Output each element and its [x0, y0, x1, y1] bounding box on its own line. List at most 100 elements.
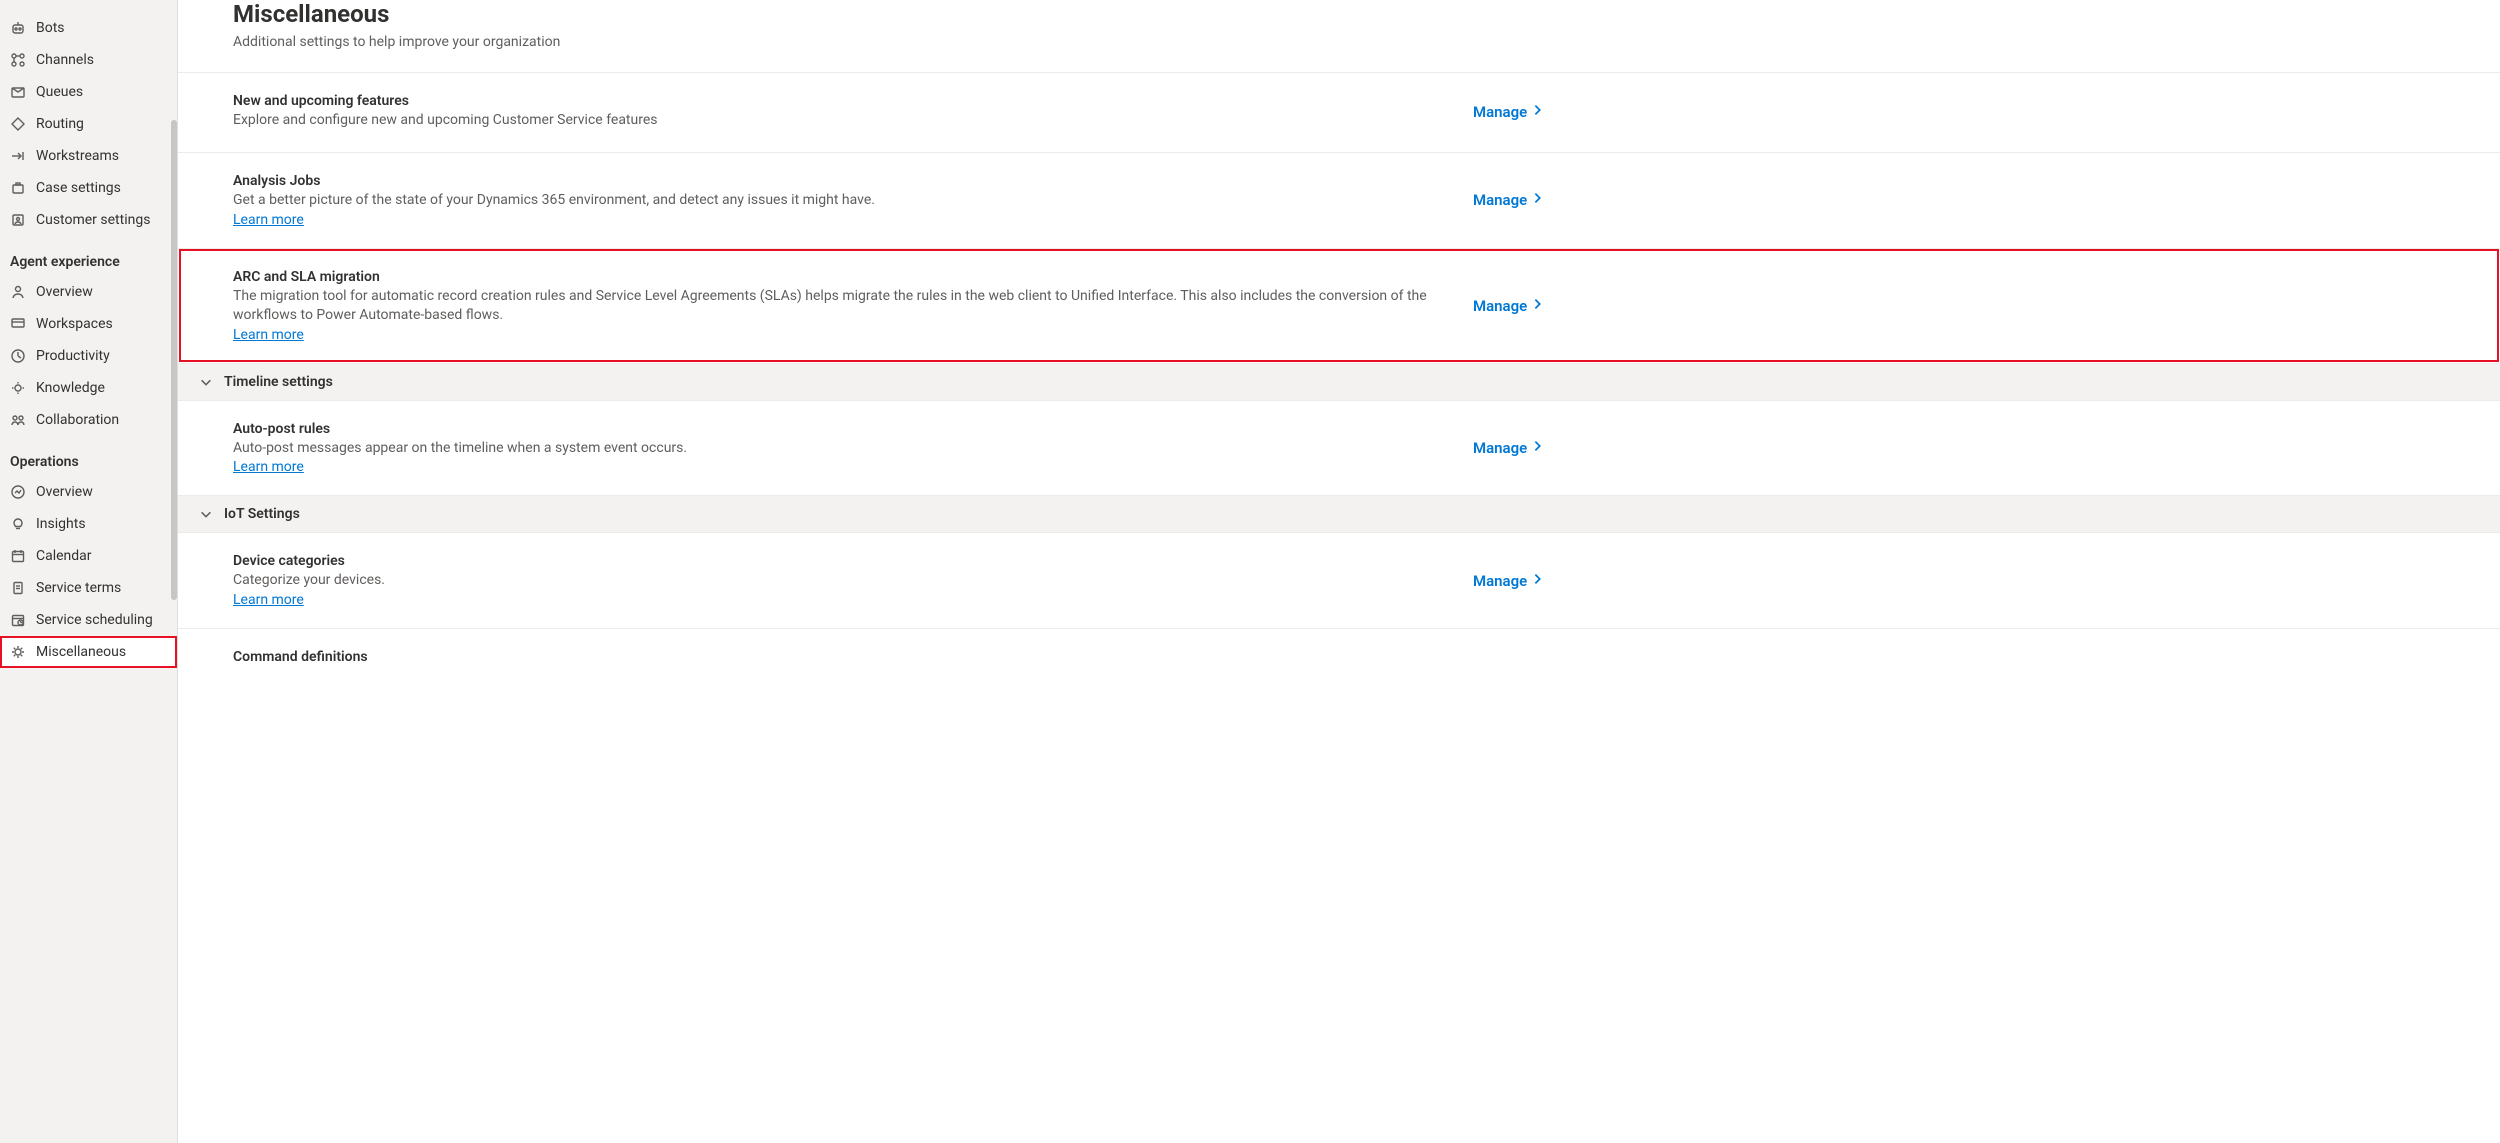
- sidebar-item-label: Overview: [36, 284, 93, 300]
- chevron-down-icon: [198, 506, 214, 522]
- sidebar-item-routing[interactable]: Routing: [0, 108, 177, 140]
- sidebar-group-label: Operations: [0, 436, 177, 476]
- sidebar-item-bots[interactable]: Bots: [0, 12, 177, 44]
- section-description: Categorize your devices.: [233, 571, 1453, 590]
- section-description: Auto-post messages appear on the timelin…: [233, 439, 1453, 458]
- sidebar-item-label: Bots: [36, 20, 65, 36]
- sidebar-item-case-settings[interactable]: Case settings: [0, 172, 177, 204]
- queues-icon: [10, 84, 26, 100]
- sidebar-item-queues[interactable]: Queues: [0, 76, 177, 108]
- insights-icon: [10, 516, 26, 532]
- learn-more-link[interactable]: Learn more: [233, 592, 304, 608]
- sidebar-item-insights[interactable]: Insights: [0, 508, 177, 540]
- page-title: Miscellaneous: [233, 0, 2445, 28]
- workstreams-icon: [10, 148, 26, 164]
- collapsible-header-label: IoT Settings: [224, 506, 300, 522]
- sidebar-item-workstreams[interactable]: Workstreams: [0, 140, 177, 172]
- sidebar-item-customer-settings[interactable]: Customer settings: [0, 204, 177, 236]
- learn-more-link[interactable]: Learn more: [233, 327, 304, 343]
- sidebar-item-collaboration[interactable]: Collaboration: [0, 404, 177, 436]
- sidebar: Bots Channels Queues Routing Workstreams Case…: [0, 0, 178, 1143]
- main-content: Miscellaneous Additional settings to hel…: [178, 0, 2500, 1143]
- settings-section: New and upcoming features Explore and con…: [178, 72, 2500, 152]
- sidebar-item-label: Service terms: [36, 580, 121, 596]
- chevron-right-icon: [1531, 572, 1545, 590]
- section-title: ARC and SLA migration: [233, 269, 1453, 285]
- chevron-down-icon: [198, 374, 214, 390]
- settings-section: Auto-post rules Auto-post messages appear…: [178, 400, 2500, 496]
- sidebar-item-label: Insights: [36, 516, 86, 532]
- section-description: The migration tool for automatic record …: [233, 287, 1453, 325]
- productivity-icon: [10, 348, 26, 364]
- bot-icon: [10, 20, 26, 36]
- section-description: Get a better picture of the state of you…: [233, 191, 1453, 210]
- case-icon: [10, 180, 26, 196]
- settings-section: Command definitions: [178, 628, 2500, 687]
- section-title: Analysis Jobs: [233, 173, 1453, 189]
- collapsible-header[interactable]: IoT Settings: [178, 495, 2500, 532]
- chevron-right-icon: [1531, 297, 1545, 315]
- workspaces-icon: [10, 316, 26, 332]
- collapsible-header-label: Timeline settings: [224, 374, 333, 390]
- settings-section: ARC and SLA migration The migration tool …: [178, 248, 2500, 363]
- sidebar-item-label: Collaboration: [36, 412, 119, 428]
- sidebar-item-label: Overview: [36, 484, 93, 500]
- overview-icon: [10, 484, 26, 500]
- manage-button[interactable]: Manage: [1473, 572, 1545, 590]
- section-description: Explore and configure new and upcoming C…: [233, 111, 1453, 130]
- sidebar-item-service-terms[interactable]: Service terms: [0, 572, 177, 604]
- sidebar-item-service-scheduling[interactable]: Service scheduling: [0, 604, 177, 636]
- sidebar-item-label: Case settings: [36, 180, 121, 196]
- manage-button[interactable]: Manage: [1473, 191, 1545, 209]
- sidebar-item-label: Workspaces: [36, 316, 113, 332]
- collaboration-icon: [10, 412, 26, 428]
- section-title: Command definitions: [233, 649, 1453, 665]
- sidebar-item-overview[interactable]: Overview: [0, 276, 177, 308]
- customer-icon: [10, 212, 26, 228]
- sidebar-item-overview[interactable]: Overview: [0, 476, 177, 508]
- manage-button[interactable]: Manage: [1473, 103, 1545, 121]
- collapsible-header[interactable]: Timeline settings: [178, 363, 2500, 400]
- sidebar-item-label: Miscellaneous: [36, 644, 126, 660]
- sidebar-item-miscellaneous[interactable]: Miscellaneous: [0, 636, 177, 668]
- sidebar-group-label: Agent experience: [0, 236, 177, 276]
- settings-section: Device categories Categorize your devices…: [178, 532, 2500, 628]
- routing-icon: [10, 116, 26, 132]
- settings-section: Analysis Jobs Get a better picture of the…: [178, 152, 2500, 248]
- calendar-icon: [10, 548, 26, 564]
- manage-button-label: Manage: [1473, 297, 1527, 315]
- manage-button[interactable]: Manage: [1473, 297, 1545, 315]
- sidebar-item-label: Workstreams: [36, 148, 119, 164]
- manage-button-label: Manage: [1473, 572, 1527, 590]
- section-title: New and upcoming features: [233, 93, 1453, 109]
- sidebar-item-label: Channels: [36, 52, 94, 68]
- overview-icon: [10, 284, 26, 300]
- section-title: Auto-post rules: [233, 421, 1453, 437]
- sidebar-item-workspaces[interactable]: Workspaces: [0, 308, 177, 340]
- sidebar-item-knowledge[interactable]: Knowledge: [0, 372, 177, 404]
- channels-icon: [10, 52, 26, 68]
- sidebar-item-label: Routing: [36, 116, 84, 132]
- learn-more-link[interactable]: Learn more: [233, 212, 304, 228]
- sidebar-scrollbar[interactable]: [171, 0, 177, 1143]
- misc-icon: [10, 644, 26, 660]
- sidebar-item-calendar[interactable]: Calendar: [0, 540, 177, 572]
- section-title: Device categories: [233, 553, 1453, 569]
- sidebar-item-label: Queues: [36, 84, 83, 100]
- sidebar-item-label: Service scheduling: [36, 612, 153, 628]
- sidebar-item-channels[interactable]: Channels: [0, 44, 177, 76]
- scheduling-icon: [10, 612, 26, 628]
- chevron-right-icon: [1531, 439, 1545, 457]
- sidebar-item-label: Productivity: [36, 348, 110, 364]
- sidebar-item-label: Customer settings: [36, 212, 150, 228]
- sidebar-item-label: Knowledge: [36, 380, 105, 396]
- terms-icon: [10, 580, 26, 596]
- learn-more-link[interactable]: Learn more: [233, 459, 304, 475]
- page-subtitle: Additional settings to help improve your…: [233, 34, 2445, 50]
- knowledge-icon: [10, 380, 26, 396]
- manage-button[interactable]: Manage: [1473, 439, 1545, 457]
- chevron-right-icon: [1531, 191, 1545, 209]
- chevron-right-icon: [1531, 103, 1545, 121]
- page-header: Miscellaneous Additional settings to hel…: [178, 0, 2500, 72]
- sidebar-item-productivity[interactable]: Productivity: [0, 340, 177, 372]
